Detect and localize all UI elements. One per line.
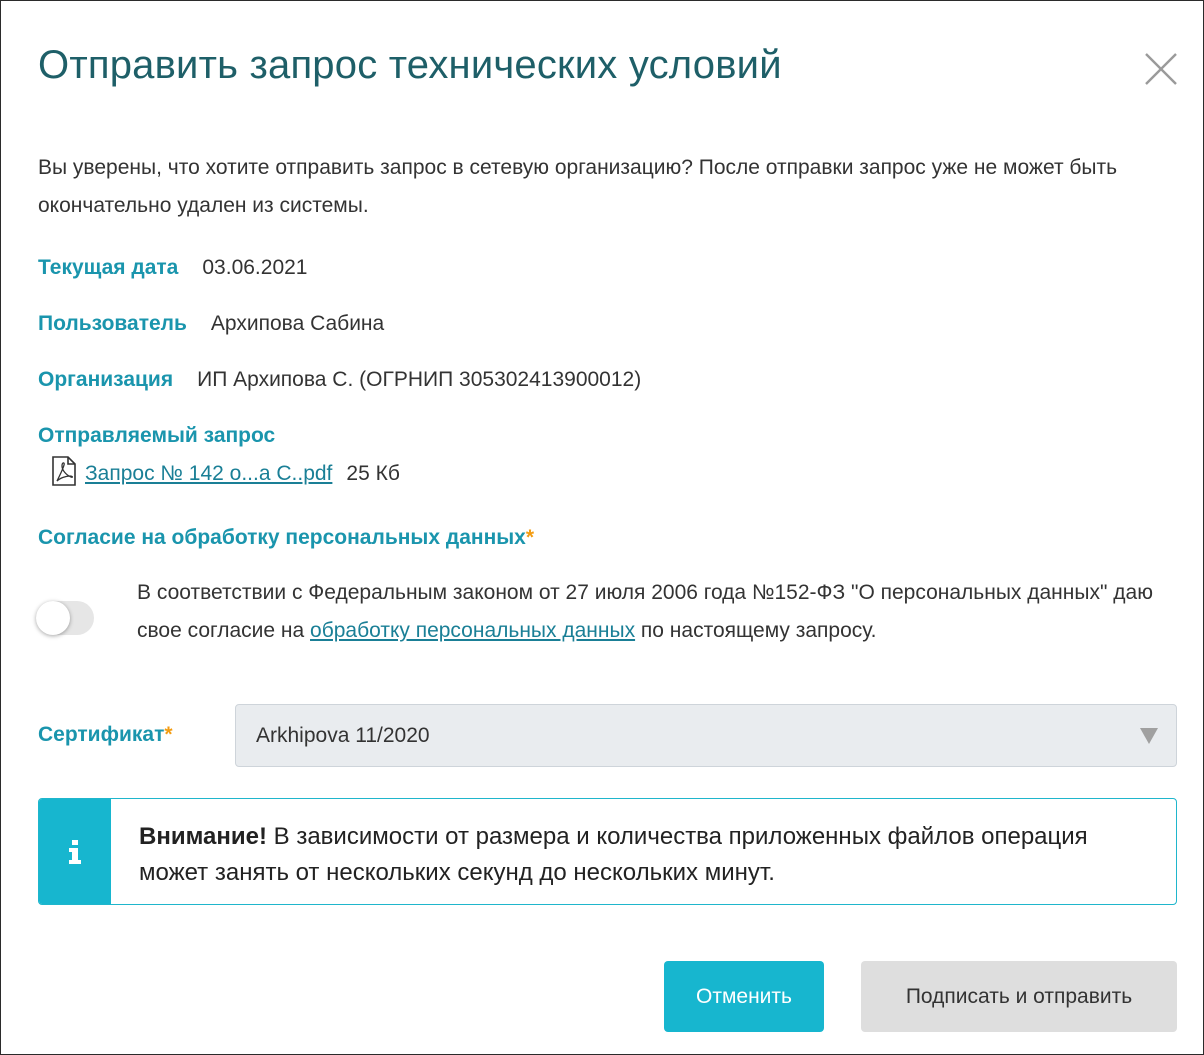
dialog-title: Отправить запрос технических условий: [38, 43, 782, 87]
alert-body: В зависимости от размера и количества пр…: [139, 823, 1088, 886]
required-mark: *: [525, 526, 535, 549]
current-date-label: Текущая дата: [38, 256, 179, 279]
organization-row: Организация ИП Архипова С. (ОГРНИП 305302…: [38, 368, 641, 392]
toggle-knob: [36, 601, 70, 635]
consent-label: Согласие на обработку персональных данны…: [38, 526, 526, 549]
certificate-label: Сертификат: [38, 723, 165, 746]
close-icon[interactable]: [1141, 49, 1181, 89]
caret-down-icon: [1140, 728, 1158, 744]
consent-text: В соответствии с Федеральным законом от …: [137, 574, 1157, 650]
cancel-button[interactable]: Отменить: [664, 961, 824, 1032]
sign-and-send-button[interactable]: Подписать и отправить: [861, 961, 1177, 1032]
required-mark: *: [164, 723, 173, 746]
consent-toggle[interactable]: [36, 601, 94, 635]
attached-file: Запрос № 142 о...а С..pdf 25 Кб: [51, 456, 400, 492]
alert-message: Внимание! В зависимости от размера и кол…: [139, 819, 1159, 891]
file-size: 25 Кб: [346, 462, 400, 485]
user-row: Пользователь Архипова Сабина: [38, 312, 384, 336]
certificate-select[interactable]: Arkhipova 11/2020: [235, 704, 1177, 767]
organization-label: Организация: [38, 368, 174, 391]
certificate-selected-value: Arkhipova 11/2020: [256, 724, 430, 747]
sent-request-label: Отправляемый запрос: [38, 424, 276, 447]
user-value: Архипова Сабина: [210, 312, 385, 335]
pdf-file-icon: [51, 456, 77, 492]
certificate-label-wrap: Сертификат*: [38, 723, 173, 747]
confirmation-text: Вы уверены, что хотите отправить запрос …: [38, 156, 1118, 217]
send-request-dialog: Отправить запрос технических условий Вы …: [0, 0, 1204, 1055]
consent-heading: Согласие на обработку персональных данны…: [38, 526, 534, 550]
organization-value: ИП Архипова С. (ОГРНИП 305302413900012): [197, 368, 642, 391]
info-alert: Внимание! В зависимости от размера и кол…: [38, 798, 1177, 905]
info-icon: [39, 799, 111, 904]
sent-request-row: Отправляемый запрос: [38, 424, 299, 448]
user-label: Пользователь: [38, 312, 187, 335]
personal-data-link[interactable]: обработку персональных данных: [310, 619, 635, 642]
current-date-row: Текущая дата 03.06.2021: [38, 256, 307, 280]
alert-bold: Внимание!: [139, 823, 267, 850]
current-date-value: 03.06.2021: [202, 256, 308, 279]
file-link[interactable]: Запрос № 142 о...а С..pdf: [85, 462, 332, 486]
consent-text-after: по настоящему запросу.: [635, 619, 877, 642]
